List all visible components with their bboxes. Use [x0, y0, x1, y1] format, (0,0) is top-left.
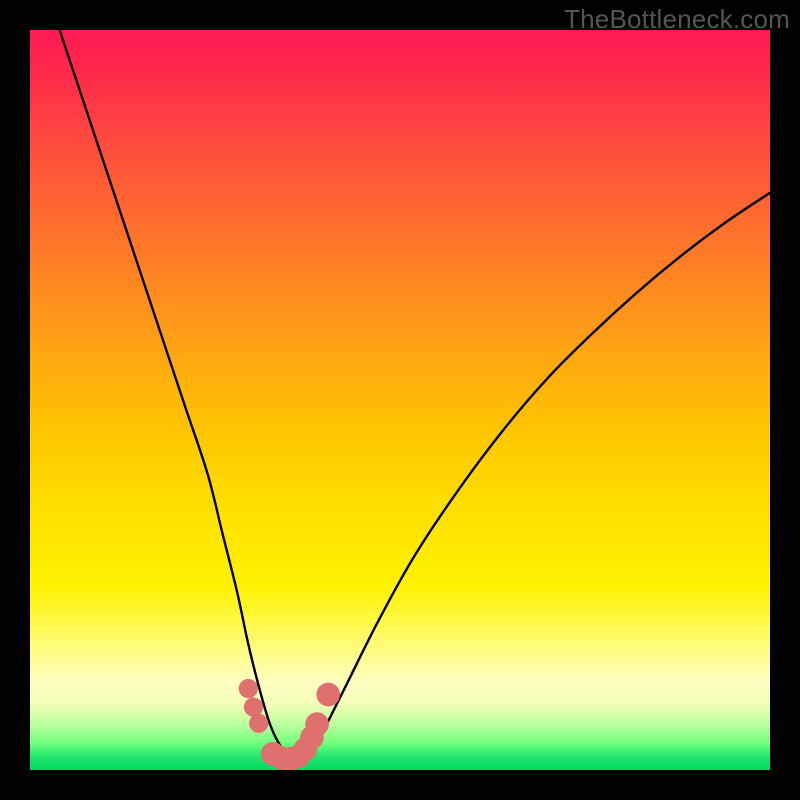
curve-layer — [30, 30, 770, 770]
data-point-marker — [249, 714, 268, 733]
curve-markers — [239, 679, 340, 770]
bottleneck-curve — [60, 30, 770, 760]
data-point-marker — [316, 683, 340, 707]
data-point-marker — [244, 697, 263, 716]
chart-stage: TheBottleneck.com — [0, 0, 800, 800]
plot-area — [30, 30, 770, 770]
data-point-marker — [305, 712, 329, 736]
watermark-text: TheBottleneck.com — [564, 4, 790, 35]
data-point-marker — [239, 679, 258, 698]
